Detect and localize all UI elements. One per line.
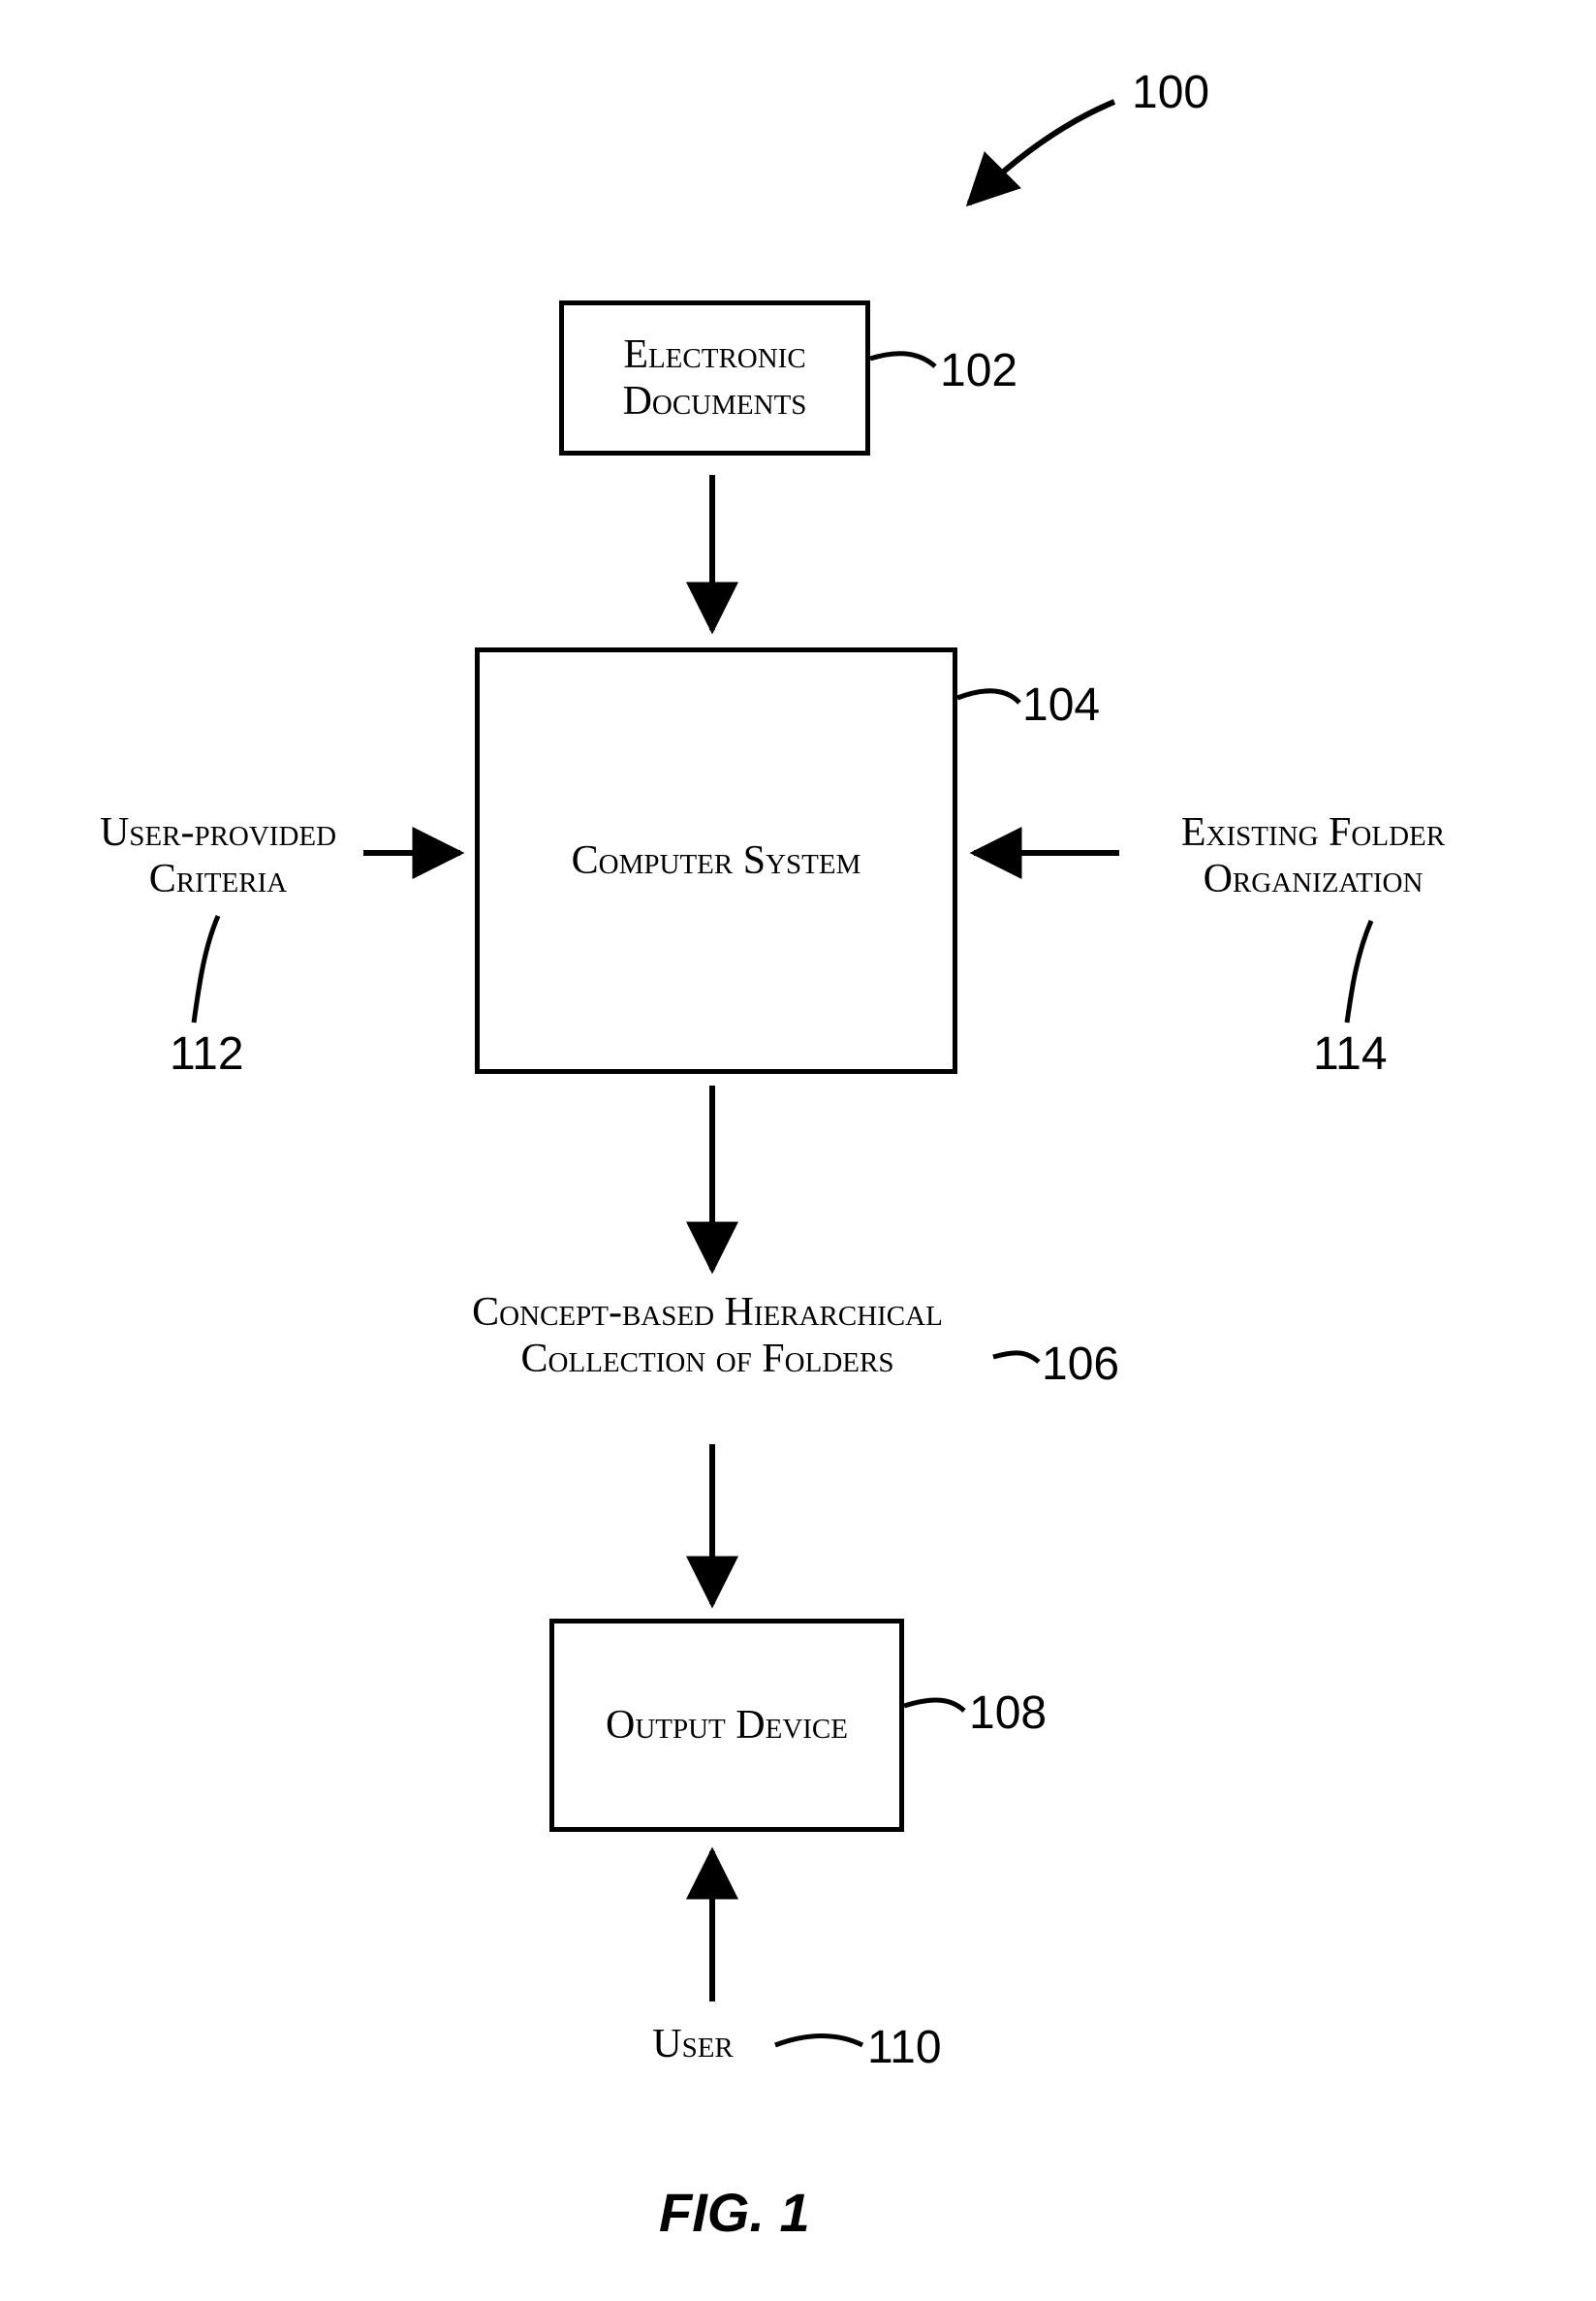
node-computer-system-label: Computer System [572, 837, 861, 884]
figure-caption: FIG. 1 [659, 2181, 810, 2244]
node-user: User [620, 2021, 766, 2067]
callout-102 [870, 354, 935, 366]
ref-102: 102 [940, 344, 1017, 397]
node-electronic-documents: Electronic Documents [559, 300, 870, 456]
node-electronic-documents-label: Electronic Documents [564, 331, 865, 426]
ref-104: 104 [1022, 678, 1100, 732]
node-concept-hierarchy: Concept-based Hierarchical Collection of… [407, 1289, 1008, 1383]
callout-108 [904, 1700, 964, 1711]
callout-110 [775, 2036, 862, 2045]
node-output-device-label: Output Device [606, 1702, 848, 1749]
callout-112 [194, 916, 218, 1023]
arrow-callout-100 [969, 102, 1114, 204]
node-user-provided-criteria: User-provided Criteria [63, 809, 373, 903]
diagram-stage: 100 Electronic Documents 102 Computer Sy… [0, 0, 1596, 2301]
ref-110: 110 [867, 2021, 942, 2074]
node-computer-system: Computer System [475, 647, 957, 1074]
node-existing-folder-organization: Existing Folder Organization [1143, 809, 1483, 903]
callout-104 [957, 691, 1019, 703]
ref-114: 114 [1313, 1027, 1388, 1081]
ref-100: 100 [1132, 66, 1209, 119]
ref-108: 108 [969, 1686, 1047, 1740]
callout-114 [1347, 921, 1371, 1023]
ref-106: 106 [1042, 1338, 1119, 1391]
ref-112: 112 [170, 1027, 244, 1081]
node-output-device: Output Device [549, 1619, 904, 1832]
